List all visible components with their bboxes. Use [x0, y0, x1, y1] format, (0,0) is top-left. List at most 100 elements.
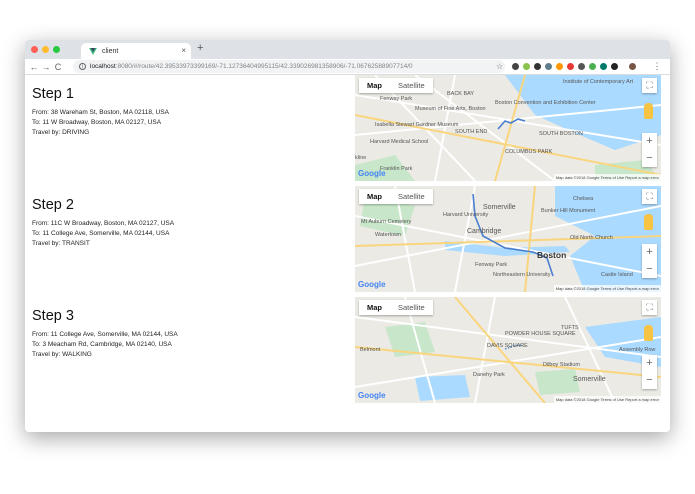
map-type-satellite-button[interactable]: Satellite — [390, 300, 433, 315]
extension-icon[interactable] — [589, 63, 596, 70]
forward-button[interactable]: → — [40, 62, 52, 72]
map-label: Assembly Row — [619, 347, 656, 353]
google-logo: Google — [358, 169, 386, 178]
step-from: From: 38 Wareham St, Boston, MA 02118, U… — [32, 109, 169, 116]
url-path: :8080/#/route/42.39533973399169/-71.1273… — [115, 63, 413, 70]
map-type-control: Map Satellite — [359, 300, 433, 315]
bookmark-star-icon[interactable]: ☆ — [496, 62, 503, 71]
extension-icon[interactable] — [512, 63, 519, 70]
step-from: From: 11C W Broadway, Boston, MA 02127, … — [32, 220, 175, 227]
map-city-label: Boston — [537, 250, 567, 260]
map-label: Bunker Hill Monument — [541, 208, 596, 214]
map-label: Fenway Park — [380, 96, 413, 102]
zoom-in-button[interactable]: + — [642, 355, 657, 372]
address-bar[interactable]: i localhost:8080/#/route/42.395339733991… — [73, 60, 505, 73]
map-label: Dilboy Stadium — [543, 362, 580, 368]
map-label: POWDER HOUSE SQUARE — [505, 331, 576, 337]
tab-title: client — [102, 47, 119, 55]
google-logo: Google — [358, 391, 386, 400]
extension-icon[interactable] — [578, 63, 585, 70]
page-content: Step 1 From: 38 Wareham St, Boston, MA 0… — [25, 75, 670, 432]
map-attribution[interactable]: Map data ©2018 Google Terms of Use Repor… — [553, 285, 661, 292]
pegman-icon[interactable] — [644, 103, 653, 119]
extension-icon[interactable] — [600, 63, 607, 70]
map-label: Harvard University — [443, 212, 489, 218]
step-to: To: 11 W Broadway, Boston, MA 02127, USA — [32, 119, 162, 126]
zoom-control: + − — [642, 133, 657, 167]
map-attribution[interactable]: Map data ©2018 Google Terms of Use Repor… — [553, 174, 661, 181]
close-window-button[interactable] — [31, 46, 38, 53]
pegman-icon[interactable] — [644, 214, 653, 230]
window-controls — [31, 46, 60, 53]
step-to: To: 11 College Ave, Somerville, MA 02144… — [32, 230, 170, 237]
back-button[interactable]: ← — [28, 62, 40, 72]
map-label: COLUMBUS PARK — [505, 149, 553, 155]
close-tab-icon[interactable]: × — [181, 46, 186, 55]
map-label: Cambridge — [467, 228, 502, 235]
map-label: Isabella Stewart Gardner Museum — [375, 122, 459, 128]
browser-tab[interactable]: client × — [81, 43, 191, 59]
browser-menu-icon[interactable]: ⋮ — [651, 61, 663, 72]
map-type-map-button[interactable]: Map — [359, 78, 390, 93]
map-type-control: Map Satellite — [359, 189, 433, 204]
map-label: kline — [355, 155, 367, 161]
maximize-window-button[interactable] — [53, 46, 60, 53]
tab-bar: client × + — [25, 40, 670, 59]
zoom-control: + − — [642, 355, 657, 389]
zoom-in-button[interactable]: + — [642, 133, 657, 150]
zoom-control: + − — [642, 244, 657, 278]
step-title: Step 1 — [32, 86, 74, 102]
extension-icon[interactable] — [556, 63, 563, 70]
map-label: Danehy Park — [473, 372, 505, 378]
route-map-1[interactable]: Fenway Park BACK BAY SOUTH END SOUTH BOS… — [355, 75, 661, 181]
map-label: Mt Auburn Cemetery — [361, 219, 412, 225]
step-travel-mode: Travel by: WALKING — [32, 351, 92, 358]
map-type-control: Map Satellite — [359, 78, 433, 93]
map-label: Harvard Medical School — [370, 139, 429, 145]
step-3: Step 3 From: 11 College Ave, Somerville,… — [32, 308, 178, 360]
extension-icon[interactable] — [545, 63, 552, 70]
map-type-satellite-button[interactable]: Satellite — [390, 78, 433, 93]
map-type-satellite-button[interactable]: Satellite — [390, 189, 433, 204]
map-label: Old North Church — [570, 235, 613, 241]
map-label: TUFTS — [561, 325, 579, 331]
map-type-map-button[interactable]: Map — [359, 189, 390, 204]
fullscreen-button[interactable]: ⛶ — [642, 300, 657, 315]
map-label: Fenway Park — [475, 262, 508, 268]
map-type-map-button[interactable]: Map — [359, 300, 390, 315]
fullscreen-button[interactable]: ⛶ — [642, 78, 657, 93]
route-map-2[interactable]: Somerville Cambridge Boston Watertown Ha… — [355, 186, 661, 292]
info-icon[interactable]: i — [79, 63, 86, 70]
map-label: DAVIS SQUARE — [487, 343, 528, 349]
step-from: From: 11 College Ave, Somerville, MA 021… — [32, 331, 178, 338]
step-title: Step 2 — [32, 197, 74, 213]
zoom-out-button[interactable]: − — [642, 261, 657, 278]
browser-window: client × + ← → C i localhost:8080/#/rout… — [25, 40, 670, 432]
step-travel-mode: Travel by: DRIVING — [32, 129, 90, 136]
map-label: Belmont — [360, 347, 381, 353]
map-label: Watertown — [375, 232, 402, 238]
zoom-out-button[interactable]: − — [642, 150, 657, 167]
fullscreen-button[interactable]: ⛶ — [642, 189, 657, 204]
vue-logo-icon — [89, 47, 97, 55]
minimize-window-button[interactable] — [42, 46, 49, 53]
zoom-in-button[interactable]: + — [642, 244, 657, 261]
step-travel-mode: Travel by: TRANSIT — [32, 240, 90, 247]
zoom-out-button[interactable]: − — [642, 372, 657, 389]
map-label: Institute of Contemporary Art — [563, 79, 634, 85]
extension-icon[interactable] — [534, 63, 541, 70]
google-logo: Google — [358, 280, 386, 289]
reload-button[interactable]: C — [52, 62, 64, 72]
map-label: BACK BAY — [447, 91, 475, 97]
extension-icon[interactable] — [567, 63, 574, 70]
map-label: Castle Island — [601, 272, 633, 278]
new-tab-button[interactable]: + — [197, 42, 203, 54]
avatar[interactable] — [629, 63, 636, 70]
extension-icon[interactable] — [523, 63, 530, 70]
pegman-icon[interactable] — [644, 325, 653, 341]
route-map-3[interactable]: POWDER HOUSE SQUARE DAVIS SQUARE Somervi… — [355, 297, 661, 403]
map-attribution[interactable]: Map data ©2018 Google Terms of Use Repor… — [553, 396, 661, 403]
map-label: SOUTH END — [455, 129, 488, 135]
extension-icon[interactable] — [611, 63, 618, 70]
step-to: To: 3 Meacham Rd, Cambridge, MA 02140, U… — [32, 341, 172, 348]
